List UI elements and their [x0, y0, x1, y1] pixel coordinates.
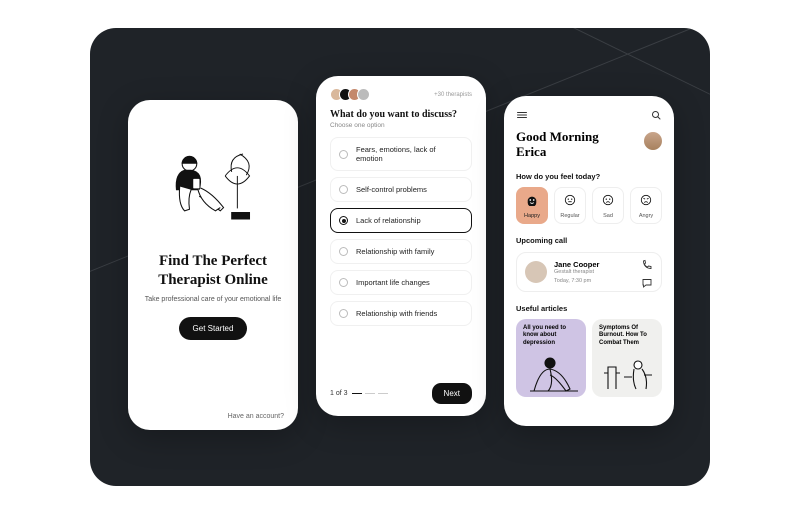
mood-label: Happy	[517, 213, 547, 219]
discuss-option[interactable]: Relationship with family	[330, 239, 472, 264]
call-time: Today, 7:30 pm	[554, 278, 599, 284]
discuss-option[interactable]: Self-control problems	[330, 177, 472, 202]
menu-icon[interactable]	[516, 109, 528, 121]
step-indicator	[352, 393, 388, 395]
radio-icon	[339, 185, 348, 194]
mood-label: Sad	[593, 213, 623, 219]
discuss-option[interactable]: Important life changes	[330, 270, 472, 295]
feel-label: How do you feel today?	[516, 172, 662, 181]
article-title: Symptoms Of Burnout. How To Combat Them	[599, 325, 647, 346]
discuss-option[interactable]: Relationship with friends	[330, 301, 472, 326]
mood-label: Regular	[555, 213, 585, 219]
therapist-count: +30 therapists	[434, 92, 472, 98]
greeting: Good MorningErica	[516, 130, 599, 160]
get-started-button[interactable]: Get Started	[179, 317, 248, 340]
question-screen: +30 therapists What do you want to discu…	[316, 76, 486, 416]
upcoming-label: Upcoming call	[516, 236, 662, 245]
hero-illustration	[144, 120, 282, 240]
therapist-avatars	[330, 88, 370, 101]
article-card[interactable]: Symptoms Of Burnout. How To Combat Them	[592, 319, 662, 397]
home-screen: Good MorningErica How do you feel today?…	[504, 96, 674, 426]
mood-face-icon	[601, 194, 615, 206]
step-counter: 1 of 3	[330, 390, 348, 397]
radio-icon	[339, 247, 348, 256]
mood-label: Angry	[631, 213, 661, 219]
mood-face-icon	[525, 194, 539, 206]
article-title: All you need to know about depression	[523, 325, 566, 346]
stage: Find The PerfectTherapist Online Take pr…	[90, 28, 710, 486]
option-label: Lack of relationship	[356, 216, 421, 225]
question-instruction: Choose one option	[330, 122, 472, 129]
mood-option-sad[interactable]: Sad	[592, 187, 624, 224]
option-label: Fears, emotions, lack of emotion	[356, 145, 463, 163]
onboarding-subtitle: Take professional care of your emotional…	[144, 296, 282, 303]
mood-face-icon	[639, 194, 653, 206]
onboarding-title: Find The PerfectTherapist Online	[144, 252, 282, 290]
radio-icon	[339, 216, 348, 225]
profile-avatar[interactable]	[644, 132, 662, 150]
onboarding-screen: Find The PerfectTherapist Online Take pr…	[128, 100, 298, 430]
discuss-option[interactable]: Lack of relationship	[330, 208, 472, 233]
articles-label: Useful articles	[516, 304, 662, 313]
search-icon[interactable]	[650, 109, 662, 121]
phone-icon[interactable]	[641, 259, 653, 271]
discuss-option[interactable]: Fears, emotions, lack of emotion	[330, 137, 472, 171]
radio-icon	[339, 150, 348, 159]
therapist-role: Gestalt therapist	[554, 269, 599, 275]
therapist-avatar	[525, 261, 547, 283]
mood-option-angry[interactable]: Angry	[630, 187, 662, 224]
chat-icon[interactable]	[641, 277, 653, 289]
option-label: Relationship with family	[356, 247, 434, 256]
mood-option-regular[interactable]: Regular	[554, 187, 586, 224]
option-label: Self-control problems	[356, 185, 427, 194]
option-label: Relationship with friends	[356, 309, 437, 318]
radio-icon	[339, 309, 348, 318]
therapist-name: Jane Cooper	[554, 260, 599, 269]
question-title: What do you want to discuss?	[330, 109, 472, 120]
article-card[interactable]: All you need to know about depression	[516, 319, 586, 397]
mood-option-happy[interactable]: Happy	[516, 187, 548, 224]
option-label: Important life changes	[356, 278, 430, 287]
radio-icon	[339, 278, 348, 287]
have-account-link[interactable]: Have an account?	[228, 413, 284, 420]
upcoming-call-card[interactable]: Jane Cooper Gestalt therapist Today, 7:3…	[516, 252, 662, 292]
mood-face-icon	[563, 194, 577, 206]
next-button[interactable]: Next	[432, 383, 472, 404]
